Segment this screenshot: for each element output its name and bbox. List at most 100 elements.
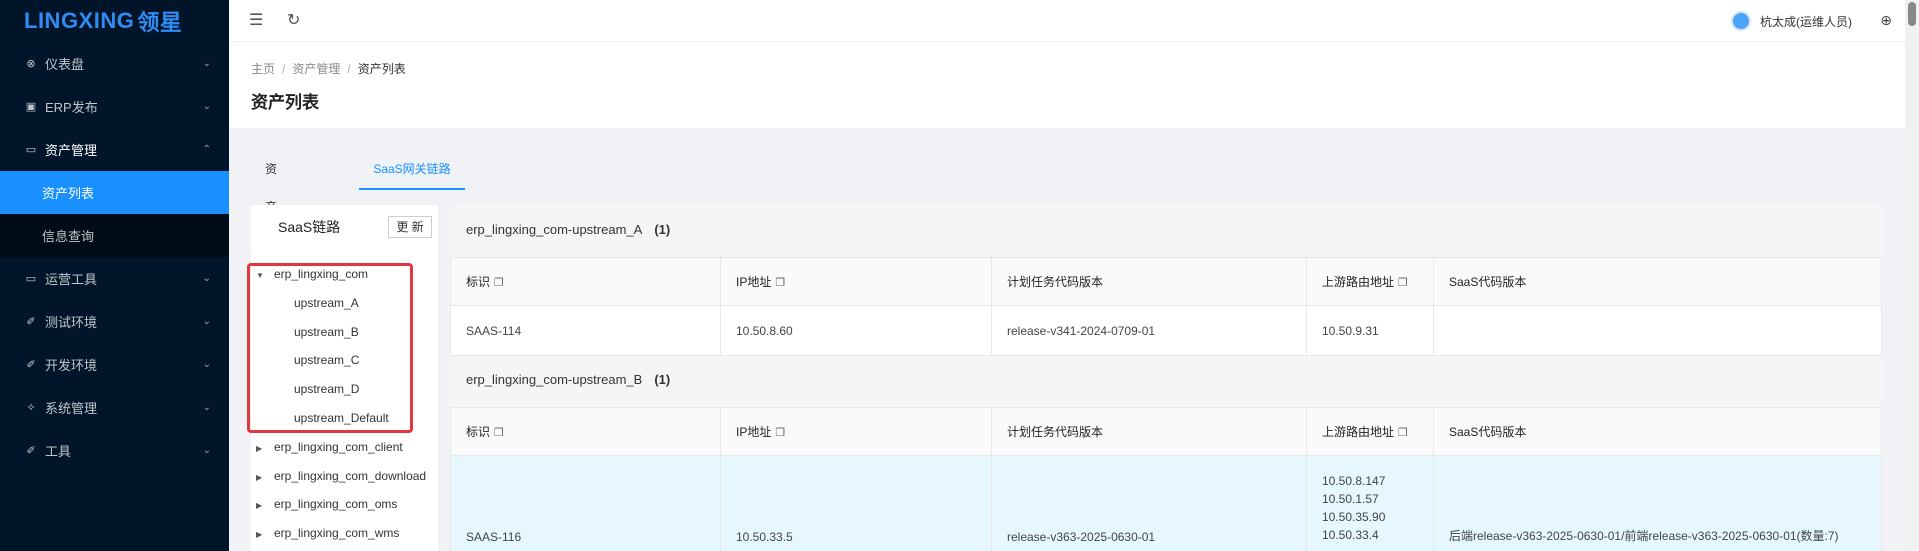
logo-cn: 领星: [137, 10, 183, 35]
sidebar-item-label: 运营工具: [45, 272, 98, 287]
sidebar-item-asset-management[interactable]: ▭ 资产管理 ⌃: [0, 128, 229, 171]
sidebar-item-test-env[interactable]: ✐ 测试环境 ⌄: [0, 300, 229, 343]
user-name: 杭太成(运维人员): [1760, 14, 1852, 29]
sidebar-item-label: 信息查询: [42, 229, 95, 244]
sidebar-item-ops-tools[interactable]: ▭ 运营工具 ⌄: [0, 257, 229, 300]
tree-node-erp-lingxing-com-oms[interactable]: ▶ erp_lingxing_com_oms: [256, 490, 397, 518]
group-name: erp_lingxing_com-upstream_B: [466, 372, 643, 387]
column-header-cron-version: 计划任务代码版本: [991, 407, 1307, 456]
sidebar-item-label: ERP发布: [45, 100, 98, 115]
copy-icon[interactable]: ❐: [494, 277, 504, 289]
dev-icon: ✐: [26, 359, 36, 371]
breadcrumb: 主页 / 资产管理 / 资产列表: [251, 62, 406, 76]
cell-id: SAAS-116: [450, 455, 721, 551]
gateway-table: 标识 ❐ IP地址 ❐ 计划任务代码版本 上游路由地址 ❐ SaaS代码版本 SAAS…: [450, 257, 1882, 356]
column-header-saas-version: SaaS代码版本: [1433, 407, 1882, 456]
tab-saas-gateway[interactable]: SaaS网关链路: [359, 150, 465, 190]
group-header: erp_lingxing_com-upstream_A (1): [449, 205, 1883, 255]
table-row[interactable]: SAAS-116 10.50.33.5 release-v363-2025-06…: [450, 455, 1882, 551]
refresh-icon[interactable]: ↻: [287, 10, 300, 30]
tree-node-erp-lingxing-com-wms[interactable]: ▶ erp_lingxing_com_wms: [256, 519, 399, 547]
upstream-address: 10.50.8.147: [1322, 474, 1386, 488]
logo-text: LINGXING: [24, 8, 135, 33]
chevron-down-icon: ⌄: [202, 402, 211, 413]
breadcrumb-current: 资产列表: [357, 62, 406, 76]
table-row[interactable]: SAAS-114 10.50.8.60 release-v341-2024-07…: [450, 305, 1882, 356]
sidebar-item-label: 测试环境: [45, 315, 98, 330]
cell-upstream: 10.50.9.31: [1306, 305, 1434, 356]
sidebar: LINGXING 领星 ⊗ 仪表盘 ⌄ ▣ ERP发布 ⌄ ▭ 资产管理 ⌃ 资…: [0, 0, 229, 551]
caret-right-icon: ▶: [256, 444, 263, 453]
cell-ip: 10.50.8.60: [720, 305, 992, 356]
sidebar-item-label: 工具: [45, 444, 72, 459]
chevron-down-icon: ⌄: [202, 445, 211, 456]
copy-icon[interactable]: ❐: [1398, 277, 1408, 289]
menu-fold-icon[interactable]: ☰: [249, 10, 263, 30]
app-logo[interactable]: LINGXING 领星: [0, 0, 229, 42]
dashboard-icon: ⊗: [26, 58, 36, 70]
chevron-down-icon: ⌄: [202, 58, 211, 69]
upstream-address: 10.50.35.90: [1322, 510, 1386, 524]
copy-icon[interactable]: ❐: [494, 427, 504, 439]
sidebar-item-label: 仪表盘: [45, 57, 85, 72]
sidebar-item-label: 开发环境: [45, 358, 98, 373]
globe-icon[interactable]: ⊕: [1880, 12, 1892, 29]
cell-upstream: 10.50.8.147 10.50.1.57 10.50.35.90 10.50…: [1306, 455, 1434, 551]
column-header-id: 标识 ❐: [450, 257, 721, 306]
sidebar-item-label: 资产列表: [42, 186, 95, 201]
publish-icon: ▣: [25, 101, 37, 113]
cell-cron-version: release-v341-2024-0709-01: [991, 305, 1307, 356]
group-header: erp_lingxing_com-upstream_B (1): [449, 355, 1883, 405]
caret-right-icon: ▶: [256, 501, 263, 510]
wrench-icon: ✐: [26, 445, 36, 457]
copy-icon[interactable]: ❐: [1398, 427, 1408, 439]
column-header-upstream: 上游路由地址 ❐: [1306, 407, 1434, 456]
column-header-id: 标识 ❐: [450, 407, 721, 456]
group-count: (1): [654, 222, 671, 237]
refresh-button[interactable]: 更 新: [388, 216, 432, 238]
sidebar-item-label: 系统管理: [45, 401, 98, 416]
top-header: ☰ ↻ 杭太成(运维人员) ⊕: [229, 0, 1919, 42]
system-icon: ✧: [26, 402, 36, 414]
gateway-table: 标识 ❐ IP地址 ❐ 计划任务代码版本 上游路由地址 ❐ SaaS代码版本 SAAS…: [450, 407, 1882, 551]
group-count: (1): [654, 372, 671, 387]
copy-icon[interactable]: ❐: [775, 427, 785, 439]
tree-title: SaaS链路: [278, 219, 341, 235]
tab-asset-info[interactable]: 资产信息: [265, 150, 277, 290]
asset-submenu: 资产列表 信息查询: [0, 171, 229, 257]
scrollbar-thumb[interactable]: [1908, 2, 1916, 26]
page-scrollbar[interactable]: [1905, 0, 1919, 551]
sidebar-item-info-query[interactable]: 信息查询: [0, 214, 229, 257]
column-header-saas-version: SaaS代码版本: [1433, 257, 1882, 306]
tree-node-erp-lingxing-com-client[interactable]: ▶ erp_lingxing_com_client: [256, 433, 403, 461]
tree-node-erp-lingxing-com-download[interactable]: ▶ erp_lingxing_com_download: [256, 462, 426, 490]
column-header-ip: IP地址 ❐: [720, 257, 992, 306]
chevron-down-icon: ⌄: [202, 273, 211, 284]
page-header: 主页 / 资产管理 / 资产列表 资产列表: [229, 42, 1905, 128]
tool-icon: ▭: [25, 273, 37, 285]
column-header-ip: IP地址 ❐: [720, 407, 992, 456]
cell-saas-version: 后端release-v363-2025-0630-01/前端release-v3…: [1433, 455, 1882, 551]
breadcrumb-asset-management[interactable]: 资产管理: [292, 62, 340, 76]
sidebar-item-system-management[interactable]: ✧ 系统管理 ⌄: [0, 386, 229, 429]
sidebar-item-dashboard[interactable]: ⊗ 仪表盘 ⌄: [0, 42, 229, 85]
gateway-content: erp_lingxing_com-upstream_A (1) 标识 ❐ IP地址 ❐…: [449, 205, 1883, 551]
avatar: [1731, 11, 1751, 31]
table-header-row: 标识 ❐ IP地址 ❐ 计划任务代码版本 上游路由地址 ❐ SaaS代码版本: [450, 407, 1882, 456]
breadcrumb-home[interactable]: 主页: [251, 62, 275, 76]
column-header-cron-version: 计划任务代码版本: [991, 257, 1307, 306]
upstream-address: 10.50.1.57: [1322, 492, 1379, 506]
sidebar-item-erp-publish[interactable]: ▣ ERP发布 ⌄: [0, 85, 229, 128]
copy-icon[interactable]: ❐: [775, 277, 785, 289]
sidebar-item-label: 资产管理: [45, 143, 98, 158]
chevron-down-icon: ⌄: [202, 101, 211, 112]
caret-right-icon: ▶: [256, 473, 263, 482]
chevron-up-icon: ⌃: [202, 144, 211, 155]
sidebar-item-tools[interactable]: ✐ 工具 ⌄: [0, 429, 229, 472]
asset-icon: ▭: [25, 144, 37, 156]
user-menu[interactable]: 杭太成(运维人员): [1731, 11, 1852, 31]
sidebar-item-dev-env[interactable]: ✐ 开发环境 ⌄: [0, 343, 229, 386]
sidebar-item-asset-list[interactable]: 资产列表: [0, 171, 229, 214]
group-name: erp_lingxing_com-upstream_A: [466, 222, 643, 237]
chevron-down-icon: ⌄: [202, 359, 211, 370]
